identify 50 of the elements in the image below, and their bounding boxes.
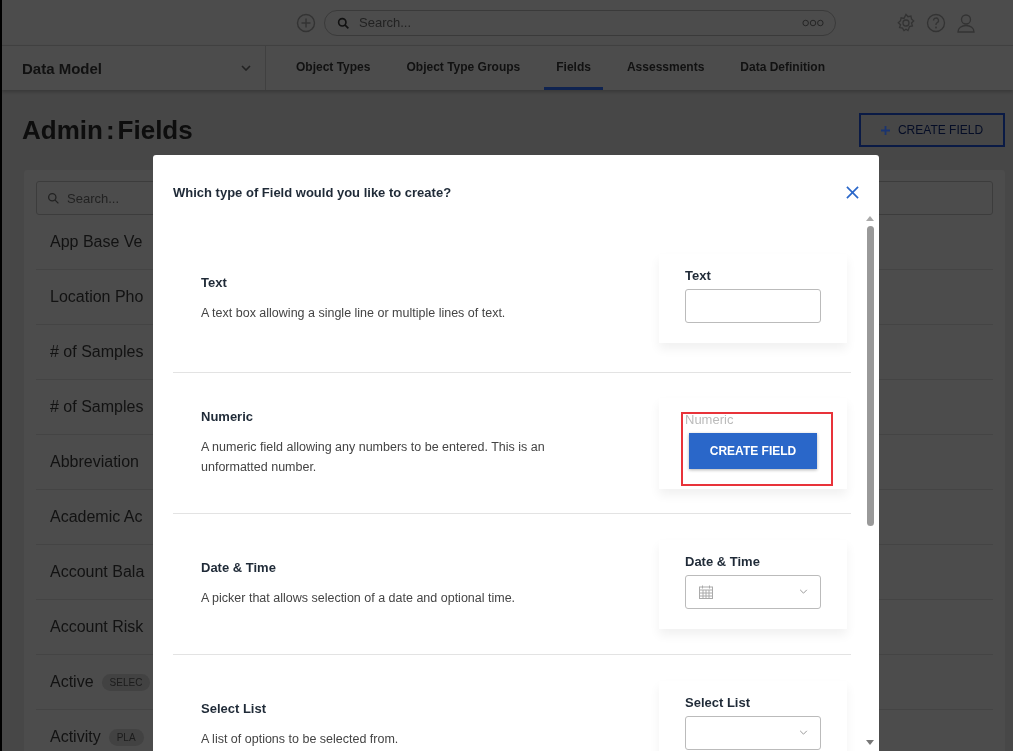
preview-label: Text	[685, 268, 712, 283]
nav-tab[interactable]: Fields	[544, 46, 603, 90]
field-name[interactable]: Active	[50, 673, 94, 691]
field-type-name: Date & Time	[201, 560, 277, 575]
nav-tab[interactable]: Assessments	[614, 46, 717, 90]
text-input[interactable]	[685, 289, 821, 323]
add-icon[interactable]	[296, 12, 316, 33]
field-type-name: Numeric	[201, 409, 255, 424]
preview-label: Numeric	[685, 411, 735, 427]
calendar-icon	[698, 583, 714, 600]
search-icon	[337, 16, 350, 30]
field-name[interactable]: Abbreviation	[50, 453, 139, 471]
caret-icon	[799, 589, 808, 594]
page-title: Admin:Fields	[22, 114, 193, 146]
more-icon[interactable]	[802, 18, 824, 27]
plus-icon	[880, 125, 890, 135]
select-dropdown[interactable]	[685, 715, 821, 750]
field-type-description: A numeric field allowing any numbers to be entered. This is an unformatted number.	[201, 439, 546, 476]
close-icon[interactable]	[846, 185, 859, 199]
caret-icon	[799, 730, 808, 735]
preview-label: Date & Time	[685, 553, 761, 569]
search-icon	[47, 192, 60, 205]
scroll-up-icon[interactable]	[866, 216, 874, 221]
field-name[interactable]: Activity	[50, 728, 101, 746]
field-type-name: Text	[201, 274, 228, 290]
scroll-down-icon[interactable]	[866, 740, 874, 745]
create-field-button[interactable]: CREATE FIELD	[859, 113, 1005, 147]
date-picker[interactable]	[685, 574, 821, 609]
caret-icon	[241, 65, 251, 71]
field-name[interactable]: # of Samples	[50, 343, 144, 361]
field-type-name: Select List	[201, 701, 268, 716]
field-name[interactable]: # of Samples	[50, 398, 144, 416]
user-icon[interactable]	[956, 12, 976, 33]
preview-label: Select List	[685, 694, 752, 710]
create-field-button[interactable]: CREATE FIELD	[689, 432, 817, 469]
module-dropdown[interactable]: Data Model	[2, 46, 266, 90]
field-type-description: A text box allowing a single line or multiple lines of text.	[201, 304, 507, 322]
settings-icon[interactable]	[896, 12, 916, 33]
nav-tab[interactable]: Object Types	[284, 46, 383, 90]
nav-tab[interactable]: Data Definition	[728, 46, 837, 90]
field-name[interactable]: App Base Ve	[50, 233, 143, 251]
nav-tab[interactable]: Object Type Groups	[394, 46, 533, 90]
field-name[interactable]: Location Pho	[50, 288, 144, 306]
help-icon[interactable]	[926, 12, 946, 33]
field-type-description: A list of options to be selected from.	[201, 731, 400, 748]
field-name[interactable]: Account Bala	[50, 563, 145, 581]
dialog-title: Which type of Field would you like to create?	[173, 184, 452, 200]
field-type-description: A picker that allows selection of a date and optional time.	[201, 590, 517, 607]
field-name[interactable]: Account Risk	[50, 618, 144, 636]
field-name[interactable]: Academic Ac	[50, 508, 143, 526]
